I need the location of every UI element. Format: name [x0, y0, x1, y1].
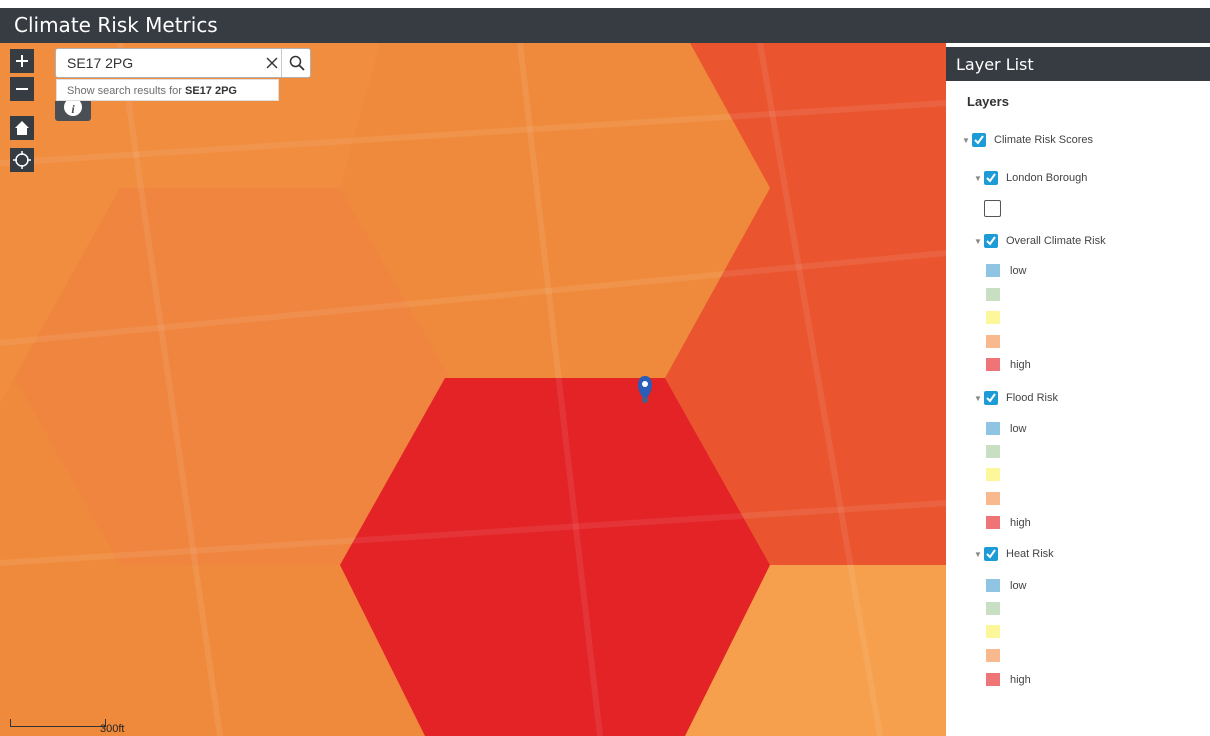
suggestion-query: SE17 2PG [185, 85, 237, 97]
legend-label: low [1010, 579, 1027, 592]
layer-label: Heat Risk [1006, 548, 1054, 560]
locate-button[interactable] [10, 148, 34, 172]
layer-row-flood-risk[interactable]: ▼ Flood Risk [974, 391, 1058, 405]
legend-swatch [986, 422, 1000, 435]
legend-item [986, 602, 1010, 615]
legend-label: high [1010, 516, 1031, 529]
clear-search-button[interactable] [261, 51, 283, 75]
checkmark-icon [986, 393, 996, 403]
layers-heading: Layers [967, 94, 1009, 109]
search-suggestion[interactable]: Show search results for SE17 2PG [56, 79, 279, 101]
checkmark-icon [986, 549, 996, 559]
legend-swatch [986, 358, 1000, 371]
app-header: Climate Risk Metrics [0, 8, 1210, 43]
legend-swatch [986, 625, 1000, 638]
layer-checkbox[interactable] [984, 547, 998, 561]
legend-label: low [1010, 422, 1027, 435]
legend-label: low [1010, 264, 1027, 277]
layer-label: London Borough [1006, 172, 1088, 184]
home-button[interactable] [10, 116, 34, 140]
panel-header: Layer List [946, 47, 1210, 81]
legend-item: low [986, 264, 1027, 277]
close-icon [266, 57, 278, 69]
legend-swatch [986, 335, 1000, 348]
legend-item [986, 625, 1010, 638]
legend-swatch [986, 602, 1000, 615]
zoom-out-button[interactable] [10, 77, 34, 101]
legend-swatch [986, 288, 1000, 301]
caret-down-icon[interactable]: ▼ [974, 237, 984, 246]
legend-swatch [986, 649, 1000, 662]
legend-swatch [986, 579, 1000, 592]
legend-item [986, 468, 1010, 481]
home-icon [15, 121, 29, 135]
locate-icon [13, 151, 31, 169]
layer-row-climate-risk-scores[interactable]: ▼ Climate Risk Scores [962, 133, 1093, 147]
checkmark-icon [974, 135, 984, 145]
layer-row-heat-risk[interactable]: ▼ Heat Risk [974, 547, 1054, 561]
zoom-in-button[interactable] [10, 49, 34, 73]
search-input[interactable] [56, 49, 263, 77]
layer-checkbox[interactable] [972, 133, 986, 147]
legend-item [984, 200, 1009, 217]
layer-label: Flood Risk [1006, 392, 1058, 404]
legend-swatch [986, 673, 1000, 686]
info-button[interactable]: i [55, 101, 91, 121]
legend-swatch [986, 264, 1000, 277]
legend-item: high [986, 516, 1031, 529]
layer-checkbox[interactable] [984, 171, 998, 185]
legend-item: low [986, 422, 1027, 435]
legend-item [986, 335, 1010, 348]
layer-label: Climate Risk Scores [994, 134, 1094, 146]
legend-swatch-outline [984, 200, 1001, 217]
legend-item [986, 445, 1010, 458]
legend-item: high [986, 673, 1031, 686]
search-button[interactable] [281, 49, 311, 77]
scale-label: 300ft [100, 723, 125, 735]
legend-swatch [986, 311, 1000, 324]
legend-item [986, 311, 1010, 324]
plus-icon [16, 55, 28, 67]
layer-list-panel: Layer List Layers ▼ Climate Risk Scores … [946, 47, 1210, 736]
checkmark-icon [986, 173, 996, 183]
panel-title: Layer List [956, 55, 1034, 74]
map-hexagons [0, 43, 946, 736]
caret-down-icon[interactable]: ▼ [974, 174, 984, 183]
checkmark-icon [986, 236, 996, 246]
legend-swatch [986, 468, 1000, 481]
legend-label: high [1010, 673, 1031, 686]
layer-checkbox[interactable] [984, 391, 998, 405]
search-widget [55, 48, 311, 78]
legend-item [986, 649, 1010, 662]
layer-row-overall-climate-risk[interactable]: ▼ Overall Climate Risk [974, 234, 1106, 248]
suggestion-prefix: Show search results for [67, 85, 185, 97]
legend-swatch [986, 516, 1000, 529]
legend-item [986, 492, 1010, 505]
info-icon: i [64, 101, 82, 116]
layer-label: Overall Climate Risk [1006, 235, 1106, 247]
legend-label: high [1010, 358, 1031, 371]
map-view[interactable] [0, 43, 946, 736]
caret-down-icon[interactable]: ▼ [974, 550, 984, 559]
caret-down-icon[interactable]: ▼ [962, 136, 972, 145]
layer-row-london-borough[interactable]: ▼ London Borough [974, 171, 1087, 185]
legend-swatch [986, 492, 1000, 505]
scale-bar [10, 719, 106, 727]
search-icon [289, 55, 305, 71]
app-title: Climate Risk Metrics [14, 13, 218, 37]
layer-checkbox[interactable] [984, 234, 998, 248]
legend-item [986, 288, 1010, 301]
legend-swatch [986, 445, 1000, 458]
legend-item: low [986, 579, 1027, 592]
minus-icon [16, 88, 28, 90]
legend-item: high [986, 358, 1031, 371]
caret-down-icon[interactable]: ▼ [974, 394, 984, 403]
